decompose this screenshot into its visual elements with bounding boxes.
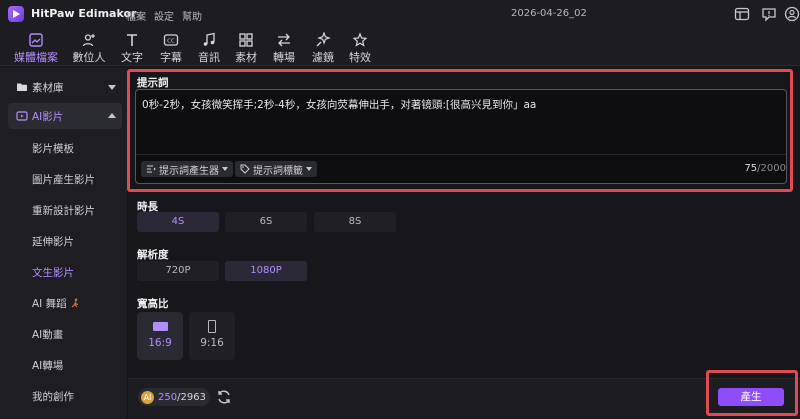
- main-toolbar: 媒體檔案 數位人 文字 CC 字幕 音訊 素材 轉場 濾鏡 特效: [0, 28, 800, 66]
- prompt-tags-button[interactable]: 提示詞標籤: [235, 161, 317, 177]
- svg-text:CC: CC: [167, 39, 175, 45]
- prompt-generator-label: 提示詞產生器: [159, 165, 219, 177]
- sidebar-item-ai-transition[interactable]: AI轉場: [32, 358, 63, 373]
- effect-icon: [352, 32, 368, 47]
- character-max: /2000: [757, 163, 786, 174]
- resolution-option-1080p[interactable]: 1080P: [225, 261, 307, 281]
- generator-icon: [147, 165, 156, 173]
- sidebar-library-label: 素材庫: [32, 81, 64, 94]
- subtitle-icon: CC: [163, 34, 179, 46]
- credits-badge: AI 250/2963: [138, 388, 210, 406]
- grid-icon: [239, 33, 253, 47]
- character-counter: 75/2000: [744, 163, 786, 174]
- tool-text[interactable]: 文字: [118, 30, 146, 64]
- aspect-option-16-9[interactable]: 16:9: [137, 312, 183, 360]
- user-icon[interactable]: [784, 6, 800, 22]
- tool-filter-label: 濾鏡: [312, 51, 334, 64]
- project-title: 2026-04-26_02: [511, 8, 587, 19]
- sidebar-item-ai-video[interactable]: AI影片: [8, 103, 122, 129]
- sidebar-item-ai-animation[interactable]: AI動畫: [32, 327, 63, 342]
- tool-transition-label: 轉場: [273, 51, 295, 64]
- music-icon: [203, 32, 215, 46]
- prompt-label: 提示詞: [137, 77, 169, 89]
- title-bar: HitPaw Edimakor 檔案 設定 幫助 2026-04-26_02: [0, 0, 800, 28]
- duration-option-4s[interactable]: 4S: [137, 212, 219, 232]
- tool-effects[interactable]: 特效: [346, 30, 374, 64]
- coin-icon: AI: [141, 390, 154, 404]
- tool-filter[interactable]: 濾鏡: [309, 30, 337, 64]
- tool-digital-human[interactable]: 數位人: [70, 30, 108, 64]
- tool-assets-label: 素材: [235, 51, 257, 64]
- prompt-generator-button[interactable]: 提示詞產生器: [141, 161, 233, 177]
- tool-media[interactable]: 媒體檔案: [12, 30, 60, 64]
- menu-help[interactable]: 幫助: [182, 8, 202, 23]
- tool-audio-label: 音訊: [198, 51, 220, 64]
- sidebar-item-library[interactable]: 素材庫: [8, 74, 122, 100]
- tool-text-label: 文字: [121, 51, 143, 64]
- sidebar-item-my-creations[interactable]: 我的創作: [32, 389, 74, 404]
- landscape-icon: [152, 322, 168, 331]
- tool-assets[interactable]: 素材: [232, 30, 260, 64]
- menu-bar: 檔案 設定 幫助: [126, 8, 202, 23]
- sparkle-icon: [316, 32, 331, 47]
- sidebar-item-ai-dance[interactable]: AI 舞蹈: [32, 296, 80, 311]
- prompt-tags-label: 提示詞標籤: [253, 165, 303, 177]
- prompt-text: 0秒-2秒，女孩微笑挥手;2秒-4秒，女孩向荧幕伸出手，对著镜頭:[很高兴見到你…: [142, 99, 537, 111]
- duration-option-8s[interactable]: 8S: [314, 212, 396, 232]
- tool-subtitle-label: 字幕: [160, 51, 182, 64]
- aspect-option-9-16[interactable]: 9:16: [189, 312, 235, 360]
- aspect-ratio-label: 寬高比: [137, 298, 169, 310]
- app-title: HitPaw Edimakor: [31, 7, 137, 20]
- tool-transition[interactable]: 轉場: [270, 30, 298, 64]
- layout-icon[interactable]: [734, 6, 750, 22]
- generate-button[interactable]: 產生: [718, 388, 784, 406]
- sidebar-item-text-to-video[interactable]: 文生影片: [32, 265, 74, 280]
- credits-used: 250: [158, 391, 178, 403]
- menu-file[interactable]: 檔案: [126, 8, 146, 23]
- sidebar-item-extend-video[interactable]: 延伸影片: [32, 234, 74, 249]
- text-icon: [127, 34, 137, 46]
- tag-icon: [240, 164, 250, 174]
- folder-icon: [17, 83, 27, 91]
- sidebar-ai-video-label: AI影片: [32, 110, 64, 123]
- refresh-icon[interactable]: [216, 389, 232, 405]
- transition-icon: [278, 33, 290, 47]
- resolution-label: 解析度: [137, 249, 169, 261]
- portrait-icon: [208, 320, 216, 333]
- sidebar-item-image-to-video[interactable]: 圖片產生影片: [32, 172, 95, 187]
- sidebar-ai-dance-label: AI 舞蹈: [32, 298, 67, 310]
- tool-audio[interactable]: 音訊: [195, 30, 223, 64]
- feedback-icon[interactable]: [761, 6, 777, 22]
- credits-total: /2963: [177, 391, 206, 403]
- chevron-down-icon: [306, 167, 312, 171]
- tool-subtitle[interactable]: CC 字幕: [157, 30, 185, 64]
- tool-effects-label: 特效: [349, 51, 371, 64]
- dancer-icon: [71, 298, 79, 308]
- aspect-16-9-label: 16:9: [148, 337, 172, 349]
- resolution-option-720p[interactable]: 720P: [137, 261, 219, 281]
- tool-digital-human-label: 數位人: [72, 51, 106, 64]
- character-count: 75: [744, 163, 758, 174]
- tool-media-label: 媒體檔案: [14, 51, 58, 64]
- sidebar-item-video-template[interactable]: 影片模板: [32, 141, 74, 156]
- aspect-9-16-label: 9:16: [200, 337, 224, 349]
- avatar-plus-icon: [82, 34, 95, 47]
- app-logo-icon: [8, 6, 24, 22]
- chevron-down-icon: [108, 85, 116, 90]
- ai-video-icon: [16, 111, 28, 121]
- prompt-divider: [136, 154, 786, 155]
- menu-settings[interactable]: 設定: [154, 8, 174, 23]
- sidebar-item-redesign-video[interactable]: 重新設計影片: [32, 203, 95, 218]
- chevron-down-icon: [222, 167, 228, 171]
- chevron-up-icon: [108, 113, 116, 118]
- media-icon: [29, 33, 43, 47]
- duration-option-6s[interactable]: 6S: [225, 212, 307, 232]
